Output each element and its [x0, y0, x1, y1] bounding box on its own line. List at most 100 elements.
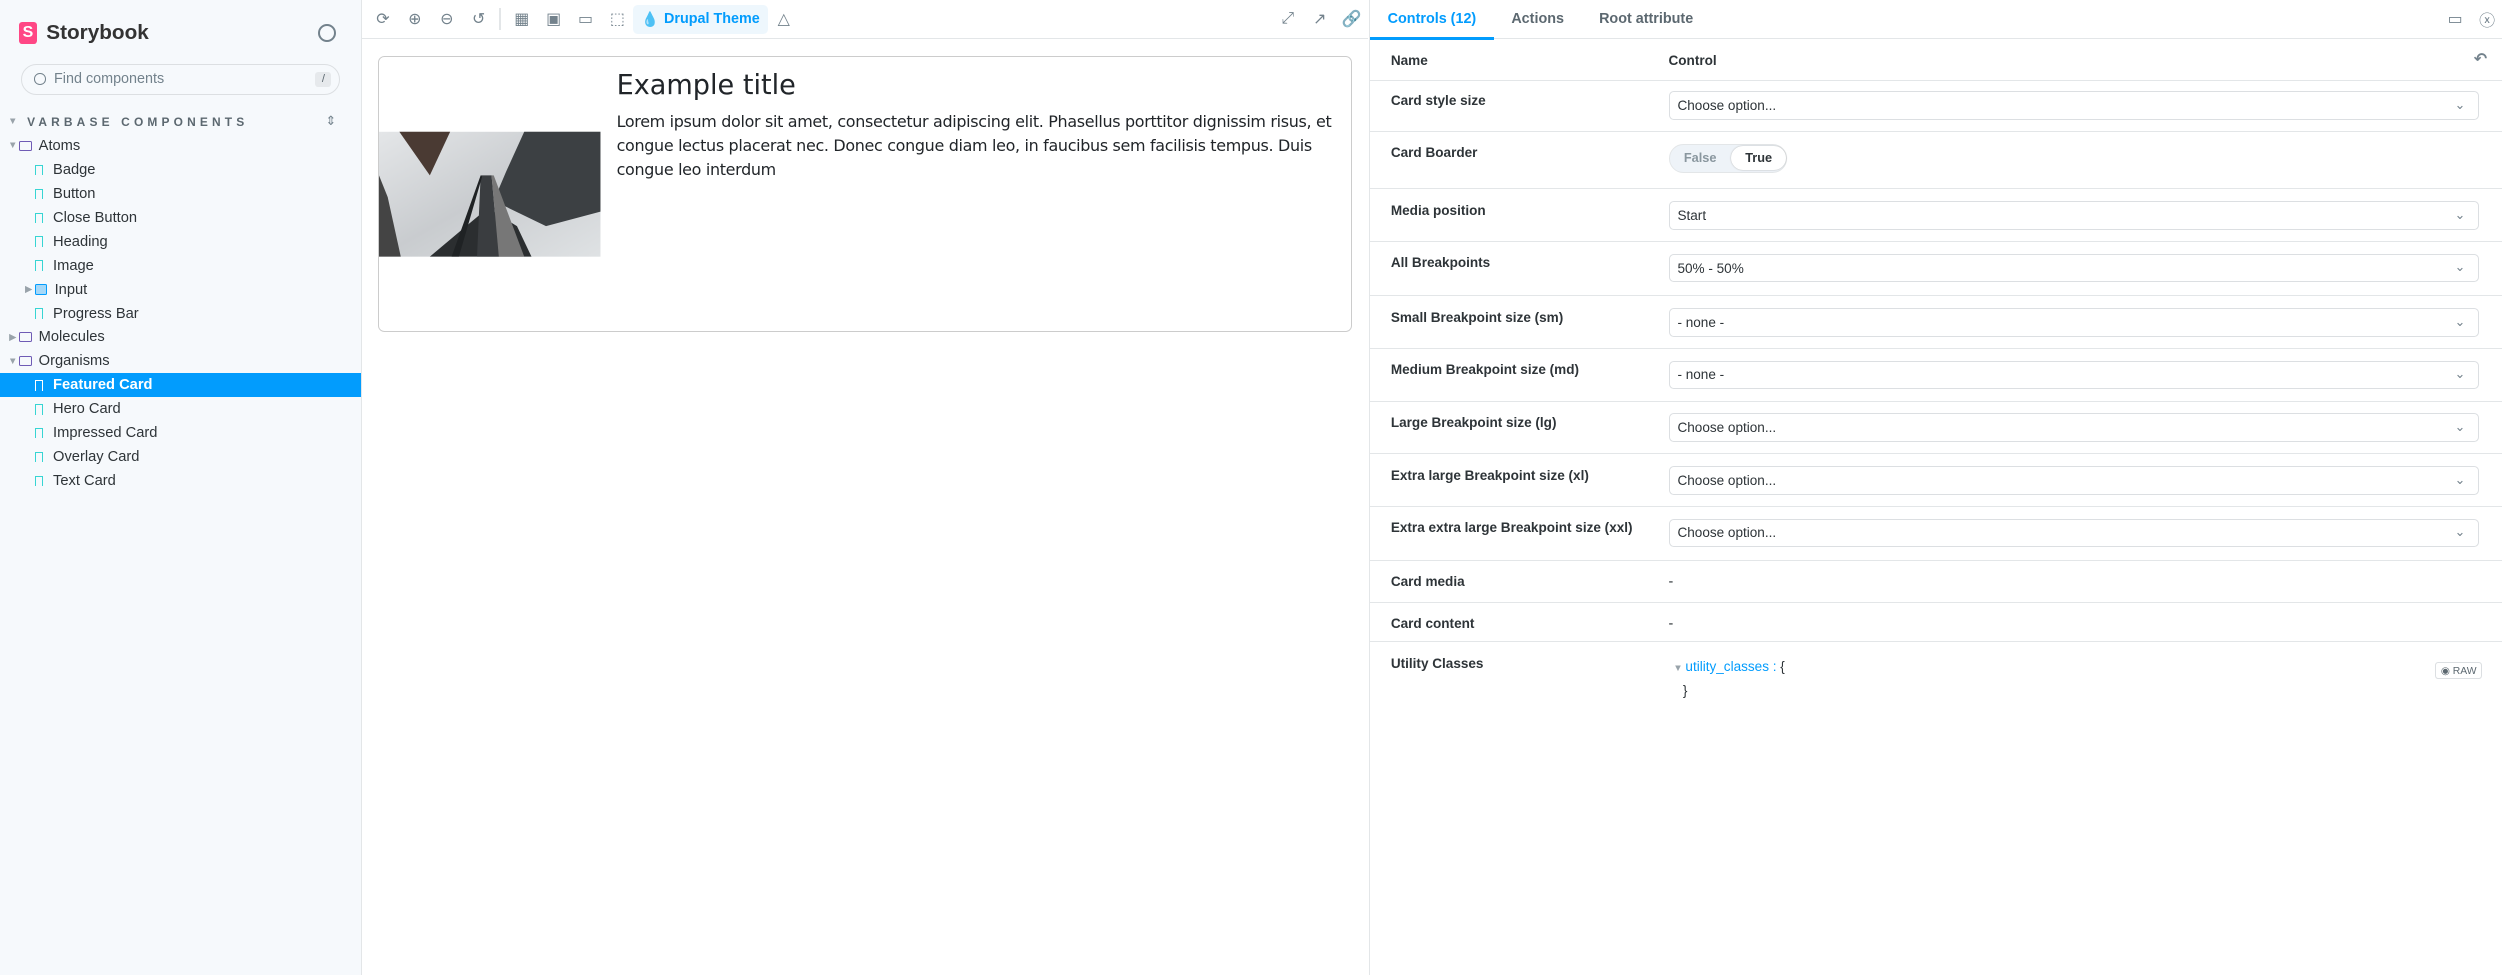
sidebar-item-overlay-card[interactable]: Overlay Card: [0, 445, 361, 469]
chevron-down-icon: ⌄: [2454, 206, 2466, 222]
copy-link-icon[interactable]: 🔗: [1336, 0, 1368, 38]
accessibility-icon[interactable]: △: [768, 0, 800, 38]
control-row: Card Boarder False True: [1370, 132, 2502, 190]
sidebar-item-featured-card[interactable]: Featured Card: [0, 373, 361, 398]
sidebar-item-input[interactable]: ▶ Input: [0, 278, 361, 302]
object-close-brace: }: [1682, 683, 1688, 699]
sidebar-item-hero-card[interactable]: Hero Card: [0, 397, 361, 421]
control-select[interactable]: Choose option... ⌄: [1668, 465, 2480, 495]
sidebar-item-badge[interactable]: Badge: [0, 158, 361, 182]
panel-position-icon[interactable]: ▭: [2439, 0, 2471, 38]
caret-right-icon: ▶: [9, 331, 17, 343]
sidebar-item-label: Input: [54, 281, 88, 298]
toggle-true[interactable]: True: [1730, 146, 1787, 171]
object-key[interactable]: utility_classes: [1685, 659, 1769, 674]
bookmark-icon: [35, 236, 44, 247]
caret-down-icon: ▼: [1673, 662, 1686, 674]
bookmark-icon: [35, 164, 44, 176]
sidebar-item-button[interactable]: Button: [0, 182, 361, 206]
drop-icon: 💧: [641, 11, 660, 28]
folder-icon: [19, 332, 33, 343]
zoom-reset-icon[interactable]: ↺: [463, 0, 495, 38]
remount-icon[interactable]: ⟳: [367, 0, 399, 38]
sidebar-item-progress-bar[interactable]: Progress Bar: [0, 302, 361, 326]
expand-collapse-icon[interactable]: ⇕: [326, 113, 337, 129]
sidebar-item-impressed-card[interactable]: Impressed Card: [0, 421, 361, 445]
chevron-down-icon: ⌄: [2454, 471, 2466, 487]
sidebar-item-organisms[interactable]: ▼ Organisms: [0, 349, 361, 373]
toggle-false[interactable]: False: [1670, 146, 1731, 170]
boolean-toggle[interactable]: False True: [1668, 143, 1788, 173]
storybook-logo[interactable]: S Storybook: [19, 21, 149, 45]
sidebar-item-label: Hero Card: [53, 401, 121, 418]
background-icon[interactable]: ▣: [538, 0, 570, 38]
chevron-down-icon: ⌄: [2454, 313, 2466, 329]
search-box[interactable]: /: [20, 63, 341, 95]
fullscreen-icon[interactable]: ⤢: [1272, 0, 1304, 38]
caret-down-icon: ▼: [8, 355, 18, 367]
object-editor[interactable]: ▼ utility_classes : {}: [1673, 656, 1785, 703]
control-select[interactable]: Start ⌄: [1668, 201, 2480, 230]
caret-right-icon: ▶: [25, 284, 33, 296]
card-title: Example title: [616, 69, 796, 101]
toolbar: ⟳ ⊕ ⊖ ↺ ▦ ▣ ▭ ⬚ 💧 Drupal Theme △ ⤢ ↗ 🔗: [362, 0, 1368, 40]
control-name: Card Boarder: [1390, 145, 1478, 161]
chevron-down-icon: ⌄: [2454, 419, 2466, 435]
zoom-in-icon[interactable]: ⊕: [399, 0, 431, 38]
control-name: Utility Classes: [1390, 655, 1484, 671]
sidebar-item-image[interactable]: Image: [0, 254, 361, 278]
addons-panel: Controls (12) Actions Root attribute ▭ ⓧ…: [1369, 0, 2502, 975]
control-empty-value: -: [1668, 615, 1674, 632]
tab-controls[interactable]: Controls (12): [1370, 0, 1494, 40]
select-value: Choose option...: [1677, 472, 1777, 488]
sidebar: S Storybook / ▼ VARBASE COMPONENTS ⇕ ▼ Atom…: [0, 0, 362, 975]
control-select[interactable]: Choose option... ⌄: [1668, 413, 2480, 442]
theme-button[interactable]: 💧 Drupal Theme: [633, 4, 768, 34]
control-row: Medium Breakpoint size (md) - none - ⌄: [1370, 349, 2502, 402]
bookmark-icon: [35, 212, 44, 224]
control-select[interactable]: 50% - 50% ⌄: [1668, 253, 2480, 283]
control-select[interactable]: - none - ⌄: [1668, 360, 2480, 390]
sidebar-item-label: Impressed Card: [53, 425, 158, 442]
bookmark-icon: [35, 475, 44, 487]
control-select[interactable]: Choose option... ⌄: [1668, 90, 2480, 120]
tab-actions[interactable]: Actions: [1494, 0, 1582, 38]
close-panel-icon[interactable]: ⓧ: [2471, 0, 2502, 38]
chevron-down-icon: ⌄: [2454, 259, 2466, 275]
storybook-logo-icon: S: [19, 21, 37, 44]
zoom-out-icon[interactable]: ⊖: [431, 0, 463, 38]
control-name: All Breakpoints: [1390, 255, 1491, 271]
tab-root-attribute[interactable]: Root attribute: [1582, 0, 1711, 38]
control-row: Large Breakpoint size (lg) Choose option.…: [1370, 402, 2502, 455]
outline-icon[interactable]: ⬚: [602, 0, 634, 38]
control-name: Medium Breakpoint size (md): [1390, 362, 1580, 378]
control-row: Card content -: [1370, 603, 2502, 643]
sidebar-item-label: Overlay Card: [53, 449, 140, 466]
search-shortcut: /: [315, 71, 332, 87]
control-name: Extra extra large Breakpoint size (xxl): [1390, 520, 1633, 536]
grid-icon[interactable]: ▦: [506, 0, 538, 38]
settings-gear-icon[interactable]: [317, 23, 336, 43]
object-open-brace: {: [1780, 658, 1785, 674]
control-row: Card media -: [1370, 562, 2502, 603]
preview-area: ⟳ ⊕ ⊖ ↺ ▦ ▣ ▭ ⬚ 💧 Drupal Theme △ ⤢ ↗ 🔗 Ex…: [362, 0, 1368, 975]
reset-controls-icon[interactable]: ↶: [2474, 49, 2487, 69]
bookmark-icon: [35, 308, 44, 319]
section-header[interactable]: ▼ VARBASE COMPONENTS: [8, 115, 248, 129]
sidebar-item-molecules[interactable]: ▶ Molecules: [0, 326, 361, 350]
folder-icon: [19, 141, 33, 151]
section-label: VARBASE COMPONENTS: [27, 114, 249, 129]
control-select[interactable]: - none - ⌄: [1668, 307, 2480, 337]
search-input[interactable]: [54, 71, 294, 88]
bookmark-icon: [35, 380, 44, 391]
control-select[interactable]: Choose option... ⌄: [1668, 518, 2480, 548]
control-row: Small Breakpoint size (sm) - none - ⌄: [1370, 297, 2502, 349]
chevron-down-icon: ⌄: [2454, 524, 2466, 540]
open-new-tab-icon[interactable]: ↗: [1304, 0, 1336, 38]
sidebar-item-text-card[interactable]: Text Card: [0, 469, 361, 493]
viewport-icon[interactable]: ▭: [570, 0, 602, 38]
raw-button[interactable]: ◉ RAW: [2435, 662, 2483, 680]
sidebar-item-atoms[interactable]: ▼ Atoms: [0, 134, 361, 158]
sidebar-item-close-button[interactable]: Close Button: [0, 206, 361, 230]
sidebar-item-heading[interactable]: Heading: [0, 230, 361, 254]
